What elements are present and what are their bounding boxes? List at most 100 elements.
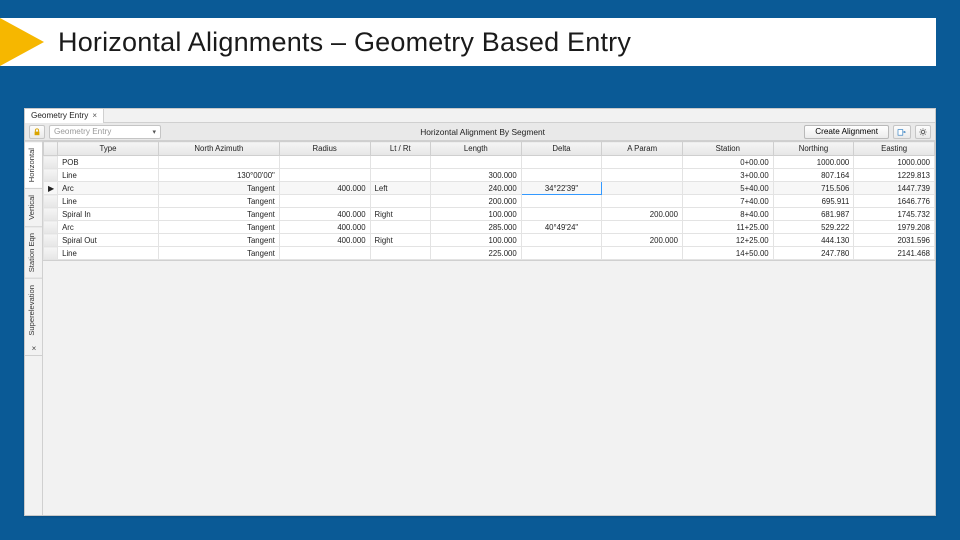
cell-type[interactable]: POB [58,156,159,169]
cell-ltrt[interactable] [370,195,430,208]
cell-azimuth[interactable]: 130°00'00" [158,169,279,182]
cell-radius[interactable]: 400.000 [279,234,370,247]
table-row[interactable]: ▶ArcTangent400.000Left240.00034°22'39"5+… [44,182,935,195]
row-selector[interactable] [44,156,58,169]
cell-ltrt[interactable]: Right [370,208,430,221]
cell-ltrt[interactable] [370,156,430,169]
cell-length[interactable]: 240.000 [431,182,522,195]
cell-easting[interactable]: 1745.732 [854,208,935,221]
cell-northing[interactable]: 695.911 [773,195,854,208]
cell-type[interactable]: Line [58,169,159,182]
cell-type[interactable]: Line [58,247,159,260]
table-row[interactable]: LineTangent 200.000 7+40.00695.9111646.776 [44,195,935,208]
cell-aparam[interactable] [602,156,683,169]
cell-type[interactable]: Spiral Out [58,234,159,247]
cell-station[interactable]: 0+00.00 [682,156,773,169]
cell-aparam[interactable] [602,221,683,234]
cell-easting[interactable]: 1229.813 [854,169,935,182]
alignment-grid[interactable]: Type North Azimuth Radius Lt / Rt Length… [43,141,935,260]
cell-station[interactable]: 12+25.00 [682,234,773,247]
cell-length[interactable] [431,156,522,169]
cell-azimuth[interactable]: Tangent [158,195,279,208]
cell-station[interactable]: 14+50.00 [682,247,773,260]
cell-easting[interactable]: 1447.739 [854,182,935,195]
cell-easting[interactable]: 1646.776 [854,195,935,208]
cell-length[interactable]: 200.000 [431,195,522,208]
cell-radius[interactable]: 400.000 [279,221,370,234]
col-easting[interactable]: Easting [854,142,935,156]
cell-easting[interactable]: 1979.208 [854,221,935,234]
cell-delta[interactable] [521,234,602,247]
cell-northing[interactable]: 715.506 [773,182,854,195]
cell-azimuth[interactable]: Tangent [158,221,279,234]
cell-length[interactable]: 225.000 [431,247,522,260]
row-selector[interactable] [44,195,58,208]
cell-station[interactable]: 7+40.00 [682,195,773,208]
row-selector[interactable]: ▶ [44,182,58,195]
cell-delta[interactable] [521,247,602,260]
rail-tab-horizontal[interactable]: Horizontal [25,141,42,188]
cell-length[interactable]: 300.000 [431,169,522,182]
col-length[interactable]: Length [431,142,522,156]
cell-ltrt[interactable] [370,169,430,182]
cell-radius[interactable] [279,169,370,182]
cell-ltrt[interactable] [370,221,430,234]
cell-northing[interactable]: 1000.000 [773,156,854,169]
settings-button[interactable] [915,125,931,139]
table-row[interactable]: LineTangent 225.000 14+50.00247.7802141.46… [44,247,935,260]
cell-length[interactable]: 100.000 [431,208,522,221]
cell-azimuth[interactable]: Tangent [158,208,279,221]
cell-station[interactable]: 5+40.00 [682,182,773,195]
cell-northing[interactable]: 247.780 [773,247,854,260]
cell-aparam[interactable] [602,195,683,208]
col-aparam[interactable]: A Param [602,142,683,156]
cell-station[interactable]: 11+25.00 [682,221,773,234]
cell-type[interactable]: Spiral In [58,208,159,221]
cell-type[interactable]: Arc [58,221,159,234]
col-type[interactable]: Type [58,142,159,156]
close-icon[interactable]: × [92,111,97,120]
cell-radius[interactable] [279,156,370,169]
cell-radius[interactable] [279,247,370,260]
cell-delta[interactable]: 40°49'24" [521,221,602,234]
cell-azimuth[interactable]: Tangent [158,247,279,260]
cell-northing[interactable]: 681.987 [773,208,854,221]
cell-ltrt[interactable]: Left [370,182,430,195]
cell-length[interactable]: 285.000 [431,221,522,234]
cell-ltrt[interactable] [370,247,430,260]
cell-station[interactable]: 3+00.00 [682,169,773,182]
cell-ltrt[interactable]: Right [370,234,430,247]
cell-easting[interactable]: 1000.000 [854,156,935,169]
table-row[interactable]: Spiral OutTangent400.000Right100.000200.… [44,234,935,247]
cell-station[interactable]: 8+40.00 [682,208,773,221]
col-delta[interactable]: Delta [521,142,602,156]
table-row[interactable]: ArcTangent400.000 285.00040°49'24" 11+25.0… [44,221,935,234]
cell-delta[interactable]: 34°22'39" [521,182,602,195]
col-ltrt[interactable]: Lt / Rt [370,142,430,156]
cell-easting[interactable]: 2141.468 [854,247,935,260]
export-button[interactable] [893,125,911,139]
cell-aparam[interactable] [602,182,683,195]
cell-type[interactable]: Line [58,195,159,208]
row-selector[interactable] [44,221,58,234]
cell-delta[interactable] [521,169,602,182]
cell-northing[interactable]: 529.222 [773,221,854,234]
cell-northing[interactable]: 807.164 [773,169,854,182]
col-radius[interactable]: Radius [279,142,370,156]
cell-azimuth[interactable]: Tangent [158,182,279,195]
row-selector[interactable] [44,247,58,260]
rail-tab-superelevation[interactable]: Superelevation [25,278,42,342]
cell-easting[interactable]: 2031.596 [854,234,935,247]
cell-azimuth[interactable] [158,156,279,169]
cell-radius[interactable]: 400.000 [279,182,370,195]
col-azimuth[interactable]: North Azimuth [158,142,279,156]
row-selector[interactable] [44,234,58,247]
cell-radius[interactable] [279,195,370,208]
rail-tab-station-eqn[interactable]: Station Eqn [25,226,42,278]
lock-button[interactable] [29,125,45,139]
table-row[interactable]: Line130°00'00" 300.000 3+00.00807.1641229.… [44,169,935,182]
cell-radius[interactable]: 400.000 [279,208,370,221]
col-station[interactable]: Station [682,142,773,156]
cell-aparam[interactable] [602,247,683,260]
row-selector[interactable] [44,208,58,221]
